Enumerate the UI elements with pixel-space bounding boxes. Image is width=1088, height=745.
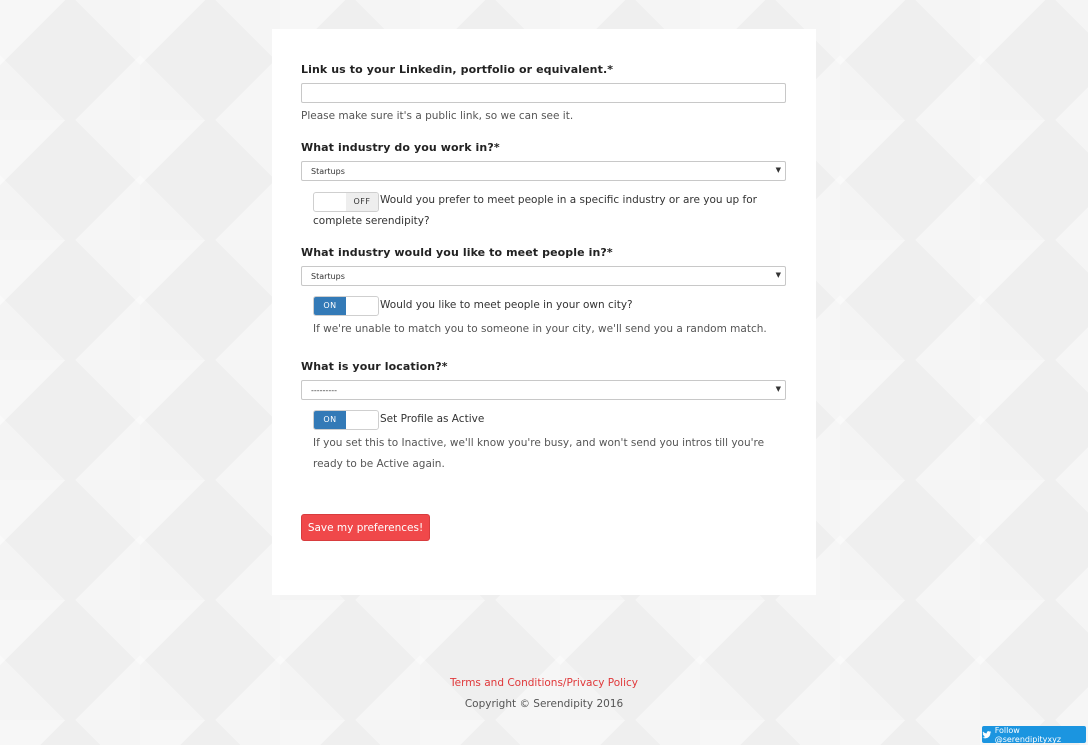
meet-industry-select[interactable]: Startups ▼: [301, 266, 786, 286]
twitter-bird-icon: [982, 730, 992, 738]
twitter-follow-label: Follow @serendipityxyz: [994, 725, 1062, 744]
chevron-down-icon: ▼: [775, 166, 781, 174]
location-select-value: ---------: [311, 386, 337, 395]
preferences-card: Link us to your Linkedin, portfolio or e…: [272, 29, 816, 595]
own-city-text: Would you like to meet people in your ow…: [380, 299, 633, 311]
meet-industry-select-value: Startups: [311, 272, 345, 281]
chevron-down-icon: ▼: [775, 385, 781, 393]
chevron-down-icon: ▼: [775, 271, 781, 279]
linkedin-input[interactable]: [301, 83, 786, 103]
industry-select[interactable]: Startups ▼: [301, 161, 786, 181]
terms-privacy-link[interactable]: Terms and Conditions/Privacy Policy: [0, 677, 1088, 689]
save-preferences-button[interactable]: Save my preferences!: [301, 514, 430, 541]
location-label: What is your location?*: [301, 360, 448, 373]
active-text: Set Profile as Active: [380, 413, 485, 425]
meet-industry-label: What industry would you like to meet peo…: [301, 246, 613, 259]
industry-select-value: Startups: [311, 167, 345, 176]
linkedin-help: Please make sure it's a public link, so …: [301, 110, 574, 122]
active-help: If you set this to Inactive, we'll know …: [313, 437, 765, 470]
industry-label: What industry do you work in?*: [301, 141, 500, 154]
copyright-text: Copyright © Serendipity 2016: [464, 698, 624, 710]
specific-industry-text: Would you prefer to meet people in a spe…: [313, 194, 757, 227]
twitter-follow-button[interactable]: Follow @serendipityxyz: [982, 725, 1086, 744]
own-city-help: If we're unable to match you to someone …: [313, 323, 767, 335]
linkedin-label: Link us to your Linkedin, portfolio or e…: [301, 63, 614, 76]
location-select[interactable]: --------- ▼: [301, 380, 786, 400]
